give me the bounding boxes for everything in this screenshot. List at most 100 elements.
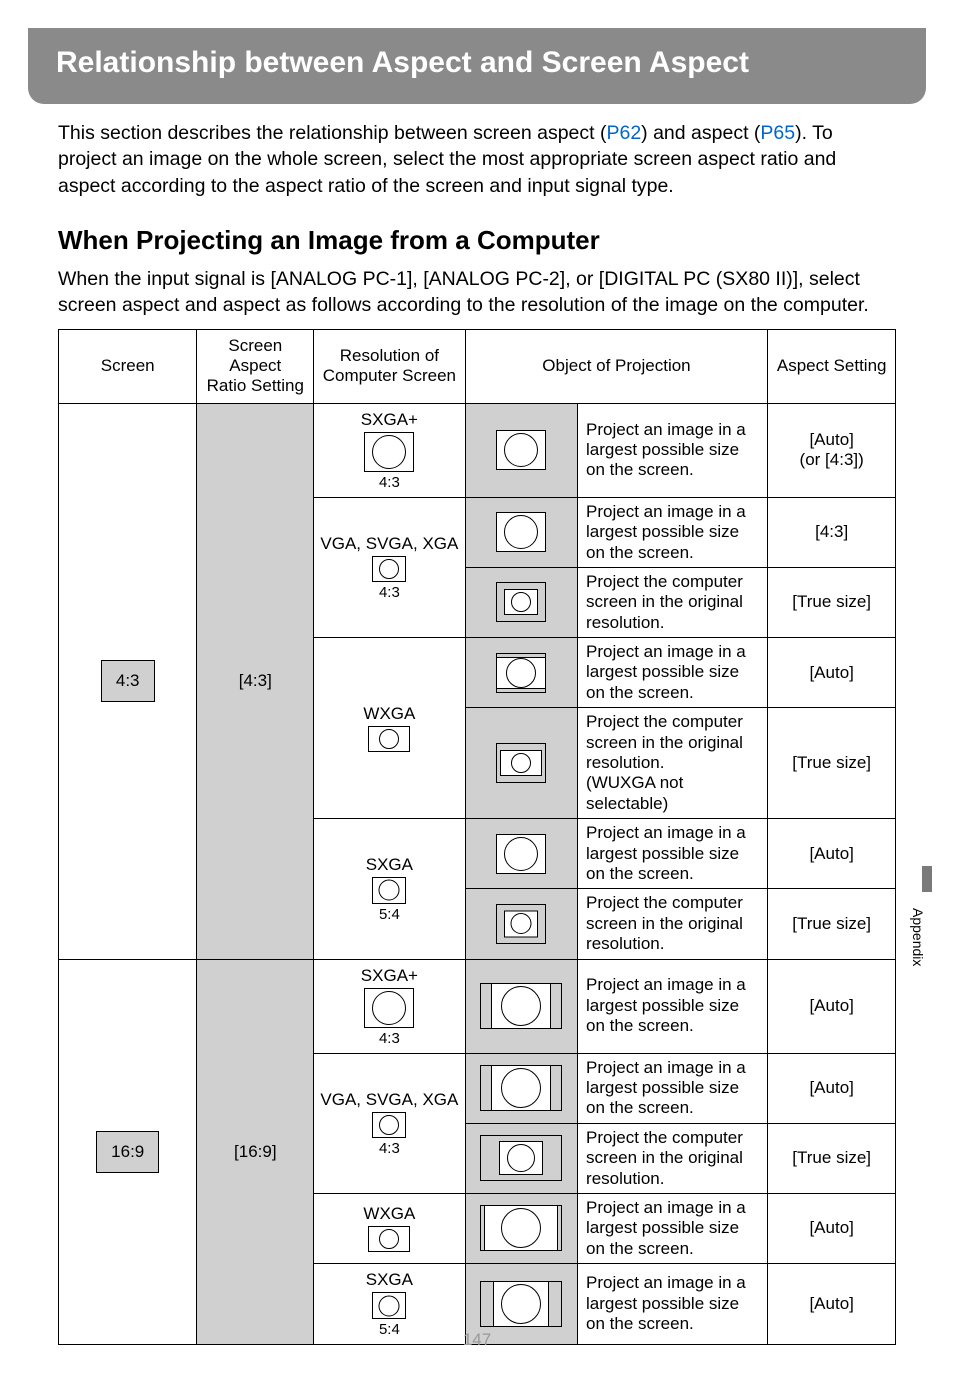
aspect-table: Screen Screen Aspect Ratio Setting Resol…: [58, 329, 896, 1346]
res-label: SXGA+: [318, 966, 460, 986]
projection-icon: [480, 1065, 562, 1111]
screen-aspect-cell: [16:9]: [197, 959, 314, 1345]
proj-icon-cell: [465, 959, 577, 1053]
th-screen-aspect: Screen Aspect Ratio Setting: [197, 329, 314, 403]
resolution-icon: [364, 432, 414, 472]
aspect-setting-cell: [Auto]: [768, 819, 896, 889]
resolution-cell: SXGA 5:4: [314, 819, 465, 959]
res-ratio: 5:4: [318, 906, 460, 923]
th-object: Object of Projection: [465, 329, 768, 403]
proj-inner: [484, 1205, 558, 1251]
link-p65[interactable]: P65: [760, 122, 795, 144]
page-title: Relationship between Aspect and Screen A…: [56, 46, 749, 79]
proj-inner: [499, 1141, 543, 1175]
proj-inner: [504, 589, 538, 615]
res-label: SXGA+: [318, 410, 460, 430]
page-header: Relationship between Aspect and Screen A…: [28, 28, 926, 104]
proj-inner: [493, 1281, 549, 1327]
res-label: WXGA: [318, 1204, 460, 1224]
resolution-cell: SXGA+ 4:3: [314, 959, 465, 1053]
resolution-cell: SXGA+ 4:3: [314, 403, 465, 497]
resolution-icon: [368, 1226, 410, 1252]
projection-icon: [496, 582, 546, 622]
proj-icon-cell: [465, 638, 577, 708]
screen-box: 4:3: [101, 660, 155, 702]
screen-cell: 4:3: [59, 403, 197, 959]
res-ratio: 4:3: [318, 1030, 460, 1047]
intro-text: This section describes the relationship …: [58, 122, 606, 144]
projection-icon: [480, 1205, 562, 1251]
resolution-cell: WXGA: [314, 638, 465, 819]
res-label: SXGA: [318, 855, 460, 875]
obj-text-cell: Project an image in a largest possible s…: [578, 1053, 768, 1123]
aspect-setting-cell: [Auto]: [768, 638, 896, 708]
proj-icon-cell: [465, 708, 577, 819]
resolution-cell: WXGA: [314, 1193, 465, 1263]
table-row: 4:3[4:3]SXGA+4:3Project an image in a la…: [59, 403, 896, 497]
screen-cell: 16:9: [59, 959, 197, 1345]
link-p62[interactable]: P62: [606, 122, 641, 144]
res-label: VGA, SVGA, XGA: [318, 1090, 460, 1110]
aspect-setting-cell: [4:3]: [768, 497, 896, 567]
th-aspect-setting: Aspect Setting: [768, 329, 896, 403]
section-title: When Projecting an Image from a Computer: [58, 225, 896, 256]
resolution-icon: [368, 726, 410, 752]
proj-icon-cell: [465, 567, 577, 637]
obj-text-cell: Project an image in a largest possible s…: [578, 1193, 768, 1263]
resolution-icon: [372, 877, 406, 904]
proj-icon-cell: [465, 889, 577, 959]
res-ratio: 5:4: [318, 1321, 460, 1338]
page-number: 147: [463, 1330, 491, 1350]
proj-icon-cell: [465, 403, 577, 497]
projection-icon: [496, 653, 546, 693]
obj-text-cell: Project the computer screen in the origi…: [578, 567, 768, 637]
res-ratio: 4:3: [318, 1140, 460, 1157]
th-resolution: Resolution of Computer Screen: [314, 329, 465, 403]
aspect-setting-cell: [Auto]: [768, 1264, 896, 1345]
proj-inner: [491, 1065, 551, 1111]
resolution-icon: [364, 988, 414, 1028]
res-label: WXGA: [318, 704, 460, 724]
aspect-setting-cell: [True size]: [768, 1123, 896, 1193]
projection-icon: [480, 1135, 562, 1181]
proj-icon-cell: [465, 1053, 577, 1123]
projection-icon: [480, 1281, 562, 1327]
proj-icon-cell: [465, 497, 577, 567]
projection-icon: [496, 834, 546, 874]
projection-icon: [496, 512, 546, 552]
proj-icon-cell: [465, 1193, 577, 1263]
res-label: VGA, SVGA, XGA: [318, 534, 460, 554]
obj-text-cell: Project an image in a largest possible s…: [578, 819, 768, 889]
screen-box: 16:9: [96, 1131, 159, 1173]
aspect-setting-cell: [True size]: [768, 708, 896, 819]
aspect-setting-cell: [Auto]: [768, 1053, 896, 1123]
res-ratio: 4:3: [318, 474, 460, 491]
side-tab-bar: [922, 866, 932, 892]
proj-icon-cell: [465, 1123, 577, 1193]
resolution-cell: SXGA5:4: [314, 1264, 465, 1345]
obj-text-cell: Project an image in a largest possible s…: [578, 638, 768, 708]
projection-icon: [496, 430, 546, 470]
obj-text-cell: Project the computer screen in the origi…: [578, 1123, 768, 1193]
proj-inner: [500, 750, 542, 776]
proj-inner: [496, 657, 546, 689]
obj-text-cell: Project an image in a largest possible s…: [578, 403, 768, 497]
resolution-icon: [372, 556, 406, 582]
aspect-setting-cell: [Auto] (or [4:3]): [768, 403, 896, 497]
resolution-cell: VGA, SVGA, XGA 4:3: [314, 1053, 465, 1193]
obj-text-cell: Project the computer screen in the origi…: [578, 708, 768, 819]
proj-inner: [504, 910, 538, 937]
content: This section describes the relationship …: [0, 104, 954, 1345]
res-ratio: 4:3: [318, 584, 460, 601]
projection-icon: [480, 983, 562, 1029]
side-label: Appendix: [910, 908, 926, 966]
aspect-setting-cell: [Auto]: [768, 959, 896, 1053]
resolution-cell: VGA, SVGA, XGA 4:3: [314, 497, 465, 637]
projection-icon: [496, 904, 546, 944]
aspect-setting-cell: [True size]: [768, 567, 896, 637]
obj-text-cell: Project an image in a largest possible s…: [578, 959, 768, 1053]
obj-text-cell: Project an image in a largest possible s…: [578, 1264, 768, 1345]
obj-text-cell: Project an image in a largest possible s…: [578, 497, 768, 567]
intro-text: ) and aspect (: [641, 122, 760, 144]
resolution-icon: [372, 1112, 406, 1138]
